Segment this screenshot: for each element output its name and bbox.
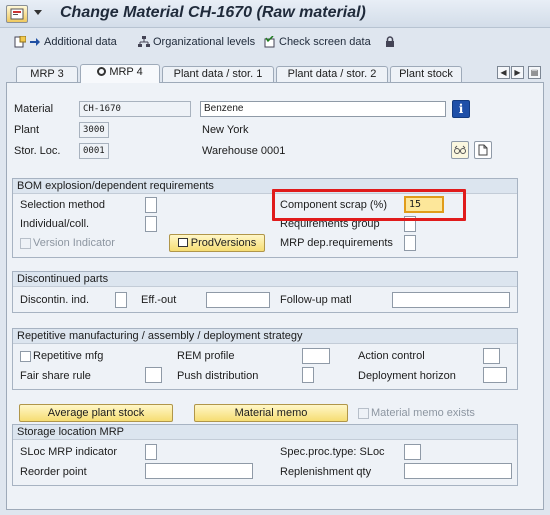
additional-data-label: Additional data: [44, 36, 117, 48]
requirements-group-label: Requirements group: [280, 218, 380, 230]
tab-label: Plant stock: [399, 68, 453, 80]
fair-share-rule-field[interactable]: [145, 367, 162, 383]
org-levels-button[interactable]: Organizational levels: [138, 36, 255, 48]
stor-loc-field: 0001: [79, 143, 109, 159]
eff-out-field[interactable]: [206, 292, 270, 308]
chevron-down-icon[interactable]: [34, 10, 42, 15]
org-levels-label: Organizational levels: [153, 36, 256, 48]
discontin-ind-field[interactable]: [115, 292, 127, 308]
component-scrap-field[interactable]: 15: [404, 196, 444, 213]
sloc-mrp-indicator-field[interactable]: [145, 444, 157, 460]
versions-icon: [177, 238, 188, 247]
spec-proc-type-label: Spec.proc.type: SLoc: [280, 446, 385, 458]
push-distribution-label: Push distribution: [177, 370, 259, 382]
action-control-field[interactable]: [483, 348, 500, 364]
sloc-mrp-indicator-label: SLoc MRP indicator: [20, 446, 118, 458]
repetitive-mfg-checkbox[interactable]: [20, 351, 31, 362]
version-indicator-label: Version Indicator: [33, 237, 115, 249]
action-control-label: Action control: [358, 350, 425, 362]
version-indicator-checkbox[interactable]: [20, 238, 31, 249]
replenishment-qty-label: Replenishment qty: [280, 466, 372, 478]
tab-plant-data-stor2[interactable]: Plant data / stor. 2: [276, 66, 388, 82]
mrp-dep-requirements-field[interactable]: [404, 235, 416, 251]
tab-label: Plant data / stor. 1: [173, 68, 263, 80]
rem-profile-label: REM profile: [177, 350, 235, 362]
tab-scroll-right-button[interactable]: ▶: [511, 66, 524, 79]
material-memo-button[interactable]: Material memo: [194, 404, 348, 422]
group-title: BOM explosion/dependent requirements: [13, 179, 517, 194]
prod-versions-label: ProdVersions: [190, 237, 257, 249]
tab-scroll-left-button[interactable]: ◀: [497, 66, 510, 79]
material-field: CH-1670: [79, 101, 191, 117]
check-screen-label: Check screen data: [279, 36, 371, 48]
tab-label: MRP 3: [30, 68, 64, 80]
material-memo-exists-label: Material memo exists: [371, 407, 475, 419]
component-scrap-label: Component scrap (%): [280, 199, 387, 211]
replenishment-qty-field[interactable]: [404, 463, 512, 479]
check-icon: [264, 36, 275, 48]
average-plant-stock-button[interactable]: Average plant stock: [19, 404, 173, 422]
group-title: Repetitive manufacturing / assembly / de…: [13, 329, 517, 344]
material-memo-exists-checkbox[interactable]: [358, 408, 369, 419]
fair-share-rule-label: Fair share rule: [20, 370, 91, 382]
tab-plant-data-stor1[interactable]: Plant data / stor. 1: [162, 66, 274, 82]
tab-mrp4[interactable]: MRP 4: [80, 64, 160, 83]
tab-mrp3[interactable]: MRP 3: [16, 66, 78, 82]
plant-field: 3000: [79, 122, 109, 138]
reorder-point-label: Reorder point: [20, 466, 87, 478]
new-page-icon: [14, 36, 26, 48]
selection-method-label: Selection method: [20, 199, 105, 211]
reorder-point-field[interactable]: [145, 463, 253, 479]
application-toolbar: Additional data Organizational levels Ch…: [0, 28, 550, 58]
discontin-ind-label: Discontin. ind.: [20, 294, 90, 306]
stor-loc-description: Warehouse 0001: [202, 145, 286, 157]
tab-label: MRP 4: [109, 66, 143, 78]
deployment-horizon-field[interactable]: [483, 367, 507, 383]
follow-up-matl-field[interactable]: [392, 292, 510, 308]
lock-button[interactable]: [384, 36, 396, 48]
sun-icon: [97, 67, 107, 76]
mrp-dep-requirements-label: MRP dep.requirements: [280, 237, 393, 249]
group-title: Discontinued parts: [13, 272, 517, 287]
individual-coll-label: Individual/coll.: [20, 218, 90, 230]
prod-versions-button[interactable]: ProdVersions: [169, 234, 265, 252]
system-menu-icon[interactable]: [6, 5, 28, 23]
follow-up-matl-label: Follow-up matl: [280, 294, 352, 306]
info-icon[interactable]: i: [452, 100, 470, 118]
eff-out-label: Eff.-out: [141, 294, 177, 306]
plant-label: Plant: [14, 124, 40, 136]
push-distribution-field[interactable]: [302, 367, 314, 383]
tab-list-button[interactable]: ▤: [528, 66, 541, 79]
requirements-group-field[interactable]: [404, 216, 416, 232]
glasses-icon[interactable]: [451, 141, 469, 159]
deployment-horizon-label: Deployment horizon: [358, 370, 456, 382]
tab-label: Plant data / stor. 2: [287, 68, 377, 80]
additional-data-button[interactable]: Additional data: [14, 36, 117, 48]
stor-loc-label: Stor. Loc.: [14, 145, 61, 157]
repetitive-mfg-label: Repetitive mfg: [33, 350, 104, 362]
check-screen-button[interactable]: Check screen data: [264, 36, 371, 48]
material-label: Material: [14, 103, 54, 115]
tab-plant-stock[interactable]: Plant stock: [390, 66, 462, 82]
rem-profile-field[interactable]: [302, 348, 330, 364]
material-description-field[interactable]: Benzene: [200, 101, 446, 117]
page-title: Change Material CH-1670 (Raw material): [60, 4, 366, 21]
org-structure-icon: [138, 36, 150, 47]
document-icon[interactable]: [474, 141, 492, 159]
individual-coll-field[interactable]: [145, 216, 157, 232]
lock-icon: [386, 36, 394, 47]
plant-description: New York: [202, 124, 249, 136]
spec-proc-type-field[interactable]: [404, 444, 421, 460]
selection-method-field[interactable]: [145, 197, 157, 213]
title-bar: Change Material CH-1670 (Raw material): [0, 0, 550, 28]
arrow-right-icon: [30, 38, 40, 46]
group-title: Storage location MRP: [13, 425, 517, 440]
